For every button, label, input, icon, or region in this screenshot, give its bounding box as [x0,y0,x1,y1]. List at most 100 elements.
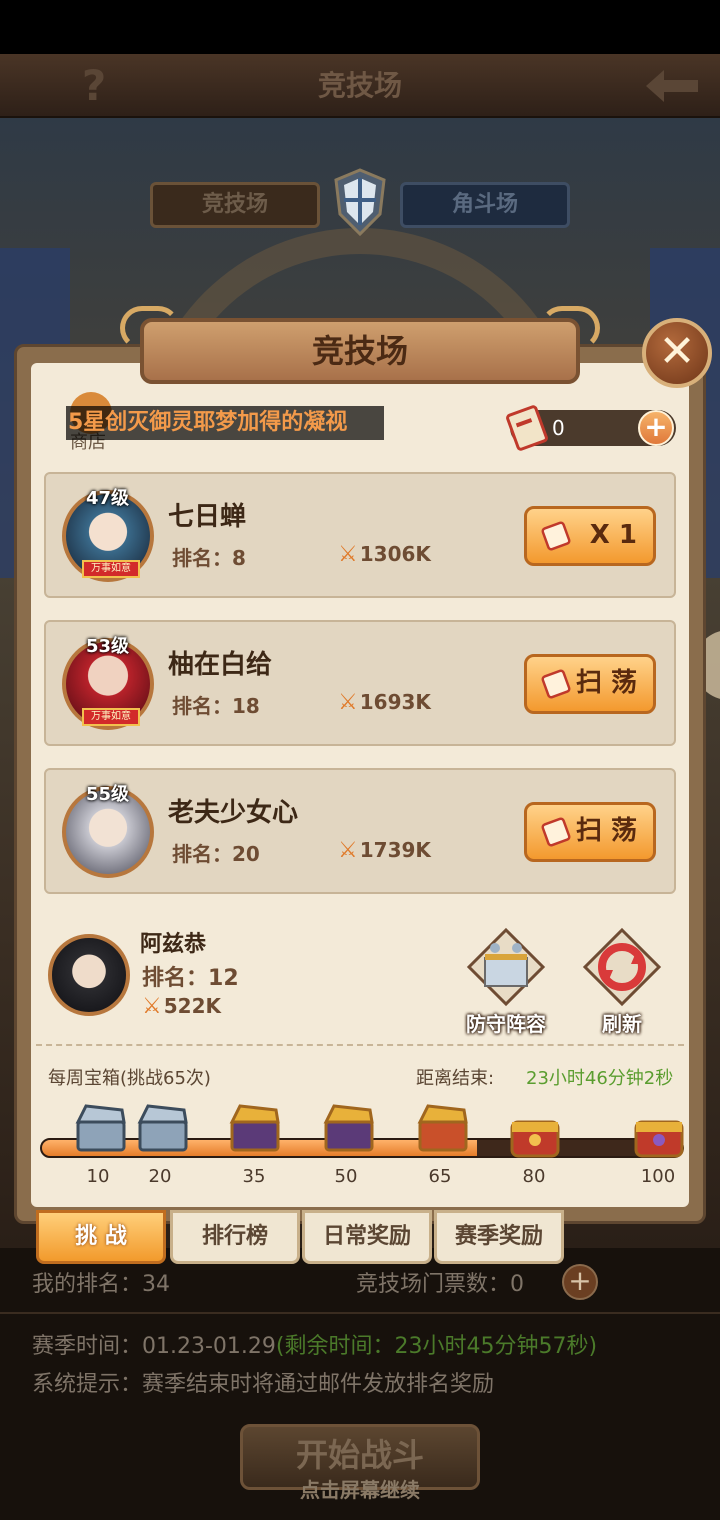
fortress-icon [466,927,546,1007]
power-value: 1693K [359,690,431,714]
refresh-label: 刷新 [602,1012,642,1036]
rank-label: 排名： [172,546,232,570]
my-name: 阿兹恭 [140,932,207,957]
power-value: 1306K [359,542,431,566]
countdown-label: 距离结束: [416,1068,495,1089]
ticket-counter: 0 + [506,405,676,451]
challenge-button-label: X 1 [589,520,637,550]
defense-lineup-label: 防守阵容 [466,1012,546,1036]
chest-icon[interactable] [226,1100,284,1156]
tap-to-continue-hint[interactable]: 点击屏幕继续 [260,1474,460,1503]
milestone-label: 65 [428,1166,452,1187]
sweep-button-label: 扫 荡 [575,816,637,846]
power-value: 522K [163,994,221,1018]
mode-tab-arena[interactable]: 竞技场 [150,182,320,228]
opponent-rank: 排名：8 [172,542,246,571]
shield-icon [334,168,386,237]
opponent-rank: 排名：20 [172,838,260,867]
rank-value: 12 [208,966,239,991]
tab-daily-reward[interactable]: 日常奖励 [302,1210,432,1264]
system-tip: 系统提示：赛季结束时将通过邮件发放排名奖励 [32,1372,495,1397]
chest-icon[interactable] [72,1100,130,1156]
countdown-value: 23小时46分钟2秒 [526,1068,674,1089]
rank-label: 排名： [172,694,232,718]
level-badge: 53级 [86,636,130,657]
rank-label: 排名： [142,966,209,991]
opponent-name: 老夫少女心 [168,798,299,828]
chest-icon[interactable] [320,1100,378,1156]
opponent-rank: 排名：18 [172,690,260,719]
chest-icon[interactable] [506,1106,564,1162]
my-rank: 排名：12 [142,960,239,992]
help-icon[interactable]: ? [70,62,118,110]
ticket-count-line: 竞技场门票数：0 [356,1272,524,1297]
opponent-power: ⚔ 1739K [338,838,431,863]
my-power: ⚔ 522K [142,994,221,1019]
challenge-button[interactable]: X 1 [524,506,656,566]
my-avatar[interactable] [48,934,130,1016]
defense-lineup-button[interactable]: 防守阵容 [456,924,556,1036]
ticket-count: 0 [552,416,565,440]
ticket-icon [541,669,571,699]
tab-season-reward[interactable]: 赛季奖励 [434,1210,564,1264]
chest-icon[interactable] [414,1100,472,1156]
crossed-swords-icon: ⚔ [338,690,358,715]
crossed-swords-icon: ⚔ [338,838,358,863]
back-arrow-icon[interactable] [640,60,704,112]
add-ticket-button[interactable]: + [638,410,674,446]
sweep-button[interactable]: 扫 荡 [524,654,656,714]
avatar-frame-tag: 万事如意 [82,560,140,578]
avatar-frame-tag: 万事如意 [82,708,140,726]
crossed-swords-icon: ⚔ [338,542,358,567]
sweep-button-label: 扫 荡 [575,668,637,698]
milestone-label: 100 [640,1166,676,1187]
my-rank-line: 我的排名：34 [32,1272,170,1297]
opponent-card: 47级 万事如意 七日蝉 排名：8 ⚔ 1306K X 1 [44,472,676,598]
status-bar [0,0,720,54]
milestone-label: 20 [148,1166,172,1187]
opponent-power: ⚔ 1306K [338,542,431,567]
opponent-name: 柚在白给 [168,650,273,680]
rank-value: 18 [232,694,260,718]
rank-value: 8 [232,546,246,570]
level-badge: 55级 [86,784,130,805]
tab-challenge[interactable]: 挑 战 [36,1210,166,1264]
opponent-card: 53级 万事如意 柚在白给 排名：18 ⚔ 1693K 扫 荡 [44,620,676,746]
opponent-power: ⚔ 1693K [338,690,431,715]
dialog-title: 竞技场 [140,318,580,384]
announcement-marquee: 5星创灭御灵耶梦加得的凝视 [66,406,384,440]
level-badge: 47级 [86,488,130,509]
dialog-tabs: 挑 战 排行榜 日常奖励 赛季奖励 [36,1210,576,1264]
opponent-card: 55级 老夫少女心 排名：20 ⚔ 1739K 扫 荡 [44,768,676,894]
sweep-button[interactable]: 扫 荡 [524,802,656,862]
mode-tabs: 竞技场 角斗场 [150,168,570,237]
top-title: 竞技场 [317,69,402,102]
top-bar: ? 竞技场 [0,54,720,118]
crossed-swords-icon: ⚔ [142,994,162,1019]
chest-icon[interactable] [630,1106,688,1162]
ticket-icon [541,521,571,551]
milestone-label: 80 [522,1166,546,1187]
divider [36,1044,684,1046]
opponent-name: 七日蝉 [168,502,247,532]
ticket-icon [541,817,571,847]
milestone-label: 50 [334,1166,358,1187]
chest-icon[interactable] [134,1100,192,1156]
tab-leaderboard[interactable]: 排行榜 [170,1210,300,1264]
mode-tab-colosseum[interactable]: 角斗场 [400,182,570,228]
add-ticket-button-bg: + [562,1264,598,1300]
refresh-icon [582,927,662,1007]
refresh-button[interactable]: 刷新 [572,924,672,1036]
season-time: 赛季时间：01.23-01.29(剩余时间：23小时45分钟57秒) [32,1328,597,1360]
season-range: 赛季时间：01.23-01.29 [32,1334,276,1359]
power-value: 1739K [359,838,431,862]
close-button[interactable]: ✕ [642,318,712,388]
ticket-icon [506,405,548,451]
rank-value: 20 [232,842,260,866]
season-remaining: (剩余时间：23小时45分钟57秒) [275,1334,598,1359]
milestone-label: 10 [86,1166,110,1187]
rank-label: 排名： [172,842,232,866]
weekly-chest-label: 每周宝箱(挑战65次) [48,1068,211,1089]
divider [0,1312,720,1314]
milestone-label: 35 [242,1166,266,1187]
